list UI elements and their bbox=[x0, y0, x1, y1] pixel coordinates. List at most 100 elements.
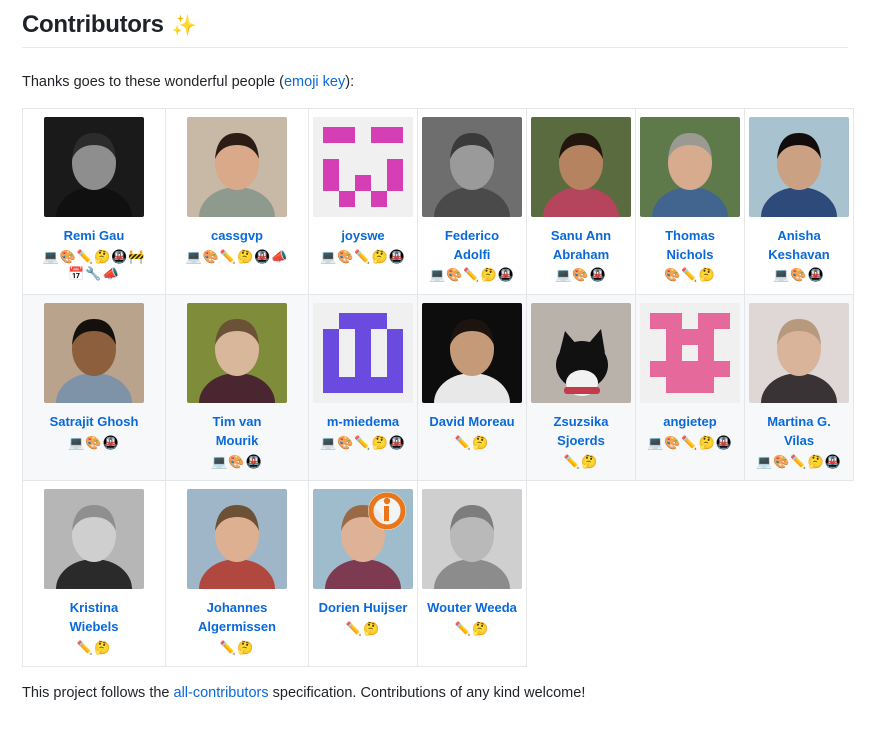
contributor-name-link[interactable]: m-miedema bbox=[327, 413, 399, 432]
contributor-name-link[interactable]: Satrajit Ghosh bbox=[50, 413, 139, 432]
contribution-badge-icon[interactable]: 🚇 bbox=[590, 267, 607, 282]
contribution-badge-icon[interactable]: 📅 bbox=[68, 266, 85, 281]
contribution-badge-icon[interactable]: 📣 bbox=[103, 266, 120, 281]
contribution-badge-icon[interactable]: 🚇 bbox=[808, 267, 825, 282]
contribution-badge-icon[interactable]: 💻 bbox=[68, 435, 85, 450]
avatar[interactable] bbox=[187, 302, 287, 403]
avatar[interactable] bbox=[640, 302, 740, 403]
contribution-badge-icon[interactable]: ✏️ bbox=[463, 267, 480, 282]
avatar[interactable] bbox=[422, 302, 522, 403]
contribution-badge-icon[interactable]: 🤔 bbox=[94, 249, 111, 264]
contributor-name-link[interactable]: Tim van Mourik bbox=[191, 413, 283, 451]
contribution-badge-icon[interactable]: 🤔 bbox=[372, 249, 389, 264]
contributor-name-link[interactable]: Kristina Wiebels bbox=[48, 599, 140, 637]
contributor-name-link[interactable]: joyswe bbox=[341, 227, 384, 246]
contribution-badge-icon[interactable]: 🎨 bbox=[664, 267, 681, 282]
contribution-badge-icon[interactable]: 📣 bbox=[271, 249, 288, 264]
avatar[interactable] bbox=[531, 116, 631, 217]
contribution-badge-icon[interactable]: ✏️ bbox=[354, 435, 371, 450]
contributor-name-link[interactable]: Martina G. Vilas bbox=[753, 413, 845, 451]
avatar[interactable] bbox=[422, 489, 522, 590]
contribution-badge-icon[interactable]: 🎨 bbox=[85, 435, 102, 450]
contributor-name-link[interactable]: David Moreau bbox=[429, 413, 514, 432]
contributor-name-link[interactable]: cassgvp bbox=[211, 227, 263, 246]
contributor-name-link[interactable]: Johannes Algermissen bbox=[191, 599, 283, 637]
contribution-badge-icon[interactable]: 🚇 bbox=[389, 435, 406, 450]
contribution-badge-icon[interactable]: ✏️ bbox=[455, 621, 472, 636]
contribution-badge-icon[interactable]: 🎨 bbox=[572, 267, 589, 282]
contribution-badge-icon[interactable]: 🤔 bbox=[472, 435, 489, 450]
contribution-badge-icon[interactable]: ✏️ bbox=[220, 249, 237, 264]
contribution-badge-icon[interactable]: ✏️ bbox=[790, 454, 807, 469]
contribution-badge-icon[interactable]: 💻 bbox=[42, 249, 59, 264]
contribution-badge-icon[interactable]: ✏️ bbox=[346, 621, 363, 636]
contributor-name-link[interactable]: Anisha Keshavan bbox=[753, 227, 845, 265]
avatar[interactable] bbox=[640, 116, 740, 217]
contribution-badge-icon[interactable]: 🎨 bbox=[664, 435, 681, 450]
contribution-badge-icon[interactable]: 🤔 bbox=[699, 267, 716, 282]
contribution-badge-icon[interactable]: 🤔 bbox=[808, 454, 825, 469]
avatar[interactable] bbox=[422, 116, 522, 217]
contribution-badge-icon[interactable]: 🚇 bbox=[825, 454, 842, 469]
contributor-name-link[interactable]: Federico Adolfi bbox=[426, 227, 518, 265]
avatar[interactable] bbox=[44, 116, 144, 217]
avatar[interactable] bbox=[187, 489, 287, 590]
contribution-badge-icon[interactable]: 🤔 bbox=[237, 249, 254, 264]
contribution-badge-icon[interactable]: 🚇 bbox=[111, 249, 128, 264]
contribution-badge-icon[interactable]: 🤔 bbox=[481, 267, 498, 282]
contribution-badge-icon[interactable]: 🤔 bbox=[237, 640, 254, 655]
contribution-badge-icon[interactable]: 🤔 bbox=[699, 435, 716, 450]
contribution-badge-icon[interactable]: 💻 bbox=[756, 454, 773, 469]
contribution-badge-icon[interactable]: 🚇 bbox=[498, 267, 515, 282]
contribution-badge-icon[interactable]: 🎨 bbox=[337, 249, 354, 264]
contribution-badge-icon[interactable]: 🎨 bbox=[773, 454, 790, 469]
contribution-badge-icon[interactable]: 🚇 bbox=[103, 435, 120, 450]
all-contributors-link[interactable]: all-contributors bbox=[174, 685, 269, 701]
contribution-badge-icon[interactable]: ✏️ bbox=[77, 640, 94, 655]
avatar[interactable] bbox=[313, 489, 413, 590]
avatar[interactable] bbox=[44, 489, 144, 590]
contributor-name-link[interactable]: angietep bbox=[663, 413, 716, 432]
contribution-badge-icon[interactable]: 💻 bbox=[320, 249, 337, 264]
contribution-badge-icon[interactable]: 🚇 bbox=[389, 249, 406, 264]
avatar[interactable] bbox=[749, 302, 849, 403]
contribution-badge-icon[interactable]: ✏️ bbox=[220, 640, 237, 655]
contribution-badge-icon[interactable]: 💻 bbox=[211, 454, 228, 469]
contribution-badge-icon[interactable]: 🎨 bbox=[60, 249, 77, 264]
contribution-badge-icon[interactable]: 🤔 bbox=[472, 621, 489, 636]
contribution-badge-icon[interactable]: 💻 bbox=[429, 267, 446, 282]
contribution-badge-icon[interactable]: 🚇 bbox=[716, 435, 733, 450]
contribution-badge-icon[interactable]: 🎨 bbox=[337, 435, 354, 450]
contribution-badge-icon[interactable]: 🎨 bbox=[446, 267, 463, 282]
contribution-badge-icon[interactable]: 🚇 bbox=[254, 249, 271, 264]
emoji-key-link[interactable]: emoji key bbox=[284, 74, 345, 90]
contribution-badge-icon[interactable]: ✏️ bbox=[455, 435, 472, 450]
contribution-badge-icon[interactable]: 🚧 bbox=[128, 249, 145, 264]
contribution-badge-icon[interactable]: 💻 bbox=[555, 267, 572, 282]
contribution-badge-icon[interactable]: 🎨 bbox=[790, 267, 807, 282]
contribution-badge-icon[interactable]: 🤔 bbox=[94, 640, 111, 655]
avatar[interactable] bbox=[187, 116, 287, 217]
contributor-name-link[interactable]: Dorien Huijser bbox=[319, 599, 408, 618]
contribution-badge-icon[interactable]: 💻 bbox=[320, 435, 337, 450]
avatar[interactable] bbox=[313, 116, 413, 217]
contributor-name-link[interactable]: Wouter Weeda bbox=[427, 599, 517, 618]
contribution-badge-icon[interactable]: ✏️ bbox=[564, 454, 581, 469]
contribution-badge-icon[interactable]: ✏️ bbox=[681, 267, 698, 282]
contributor-name-link[interactable]: Thomas Nichols bbox=[644, 227, 736, 265]
contribution-badge-icon[interactable]: 💻 bbox=[185, 249, 202, 264]
contribution-badge-icon[interactable]: 🤔 bbox=[363, 621, 380, 636]
contribution-badge-icon[interactable]: ✏️ bbox=[681, 435, 698, 450]
contribution-badge-icon[interactable]: 🎨 bbox=[228, 454, 245, 469]
contributor-name-link[interactable]: Zsuzsika Sjoerds bbox=[535, 413, 627, 451]
avatar[interactable] bbox=[44, 302, 144, 403]
avatar[interactable] bbox=[313, 302, 413, 403]
contribution-badge-icon[interactable]: ✏️ bbox=[354, 249, 371, 264]
contribution-badge-icon[interactable]: 💻 bbox=[773, 267, 790, 282]
contribution-badge-icon[interactable]: 🔧 bbox=[85, 266, 102, 281]
contribution-badge-icon[interactable]: 🚇 bbox=[246, 454, 263, 469]
contributor-name-link[interactable]: Sanu Ann Abraham bbox=[535, 227, 627, 265]
contribution-badge-icon[interactable]: 🎨 bbox=[203, 249, 220, 264]
avatar[interactable] bbox=[531, 302, 631, 403]
contributor-name-link[interactable]: Remi Gau bbox=[64, 227, 125, 246]
